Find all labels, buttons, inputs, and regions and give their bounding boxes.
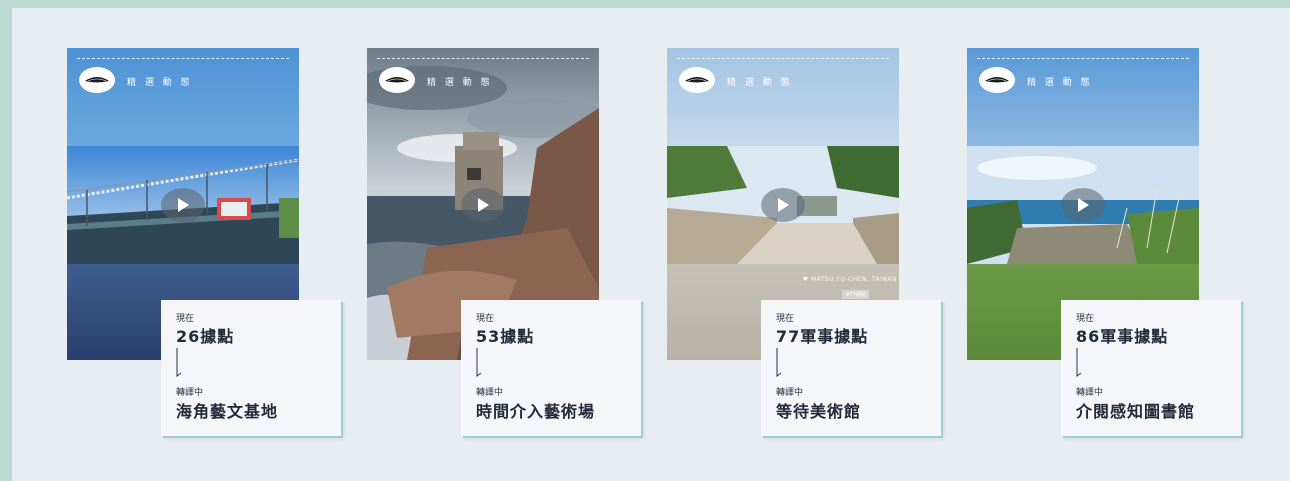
stingray-logo-icon (679, 67, 715, 93)
brand-label: 精 選 動 態 (127, 78, 193, 88)
stingray-logo-icon (379, 67, 415, 93)
converting-label: 轉譯中 (476, 388, 504, 398)
down-arrow-icon (176, 348, 182, 377)
play-icon[interactable] (761, 188, 805, 222)
converting-site-name: 時間介入藝術場 (476, 402, 596, 421)
story-dash-line (677, 58, 889, 59)
play-icon[interactable] (461, 188, 505, 222)
current-site-name: 53據點 (476, 327, 535, 346)
current-site-name: 26據點 (176, 327, 235, 346)
info-card-1: 現在 26據點 轉譯中 海角藝文基地 (161, 300, 341, 436)
location-caption: ♥ MATSU,FU-CHEN, TAINAN (802, 276, 897, 283)
down-arrow-icon (776, 348, 782, 377)
converting-label: 轉譯中 (776, 388, 804, 398)
converting-site-name: 等待美術館 (776, 402, 862, 421)
info-card-2: 現在 53據點 轉譯中 時間介入藝術場 (461, 300, 641, 436)
play-icon[interactable] (1061, 188, 1105, 222)
down-arrow-icon (1076, 348, 1082, 377)
current-site-name: 77軍事據點 (776, 327, 869, 346)
current-site-name: 86軍事據點 (1076, 327, 1169, 346)
brand-label: 精 選 動 態 (1027, 78, 1093, 88)
info-card-4: 現在 86軍事據點 轉譯中 介閱感知圖書館 (1061, 300, 1241, 436)
story-dash-line (377, 58, 589, 59)
story-dash-line (977, 58, 1189, 59)
stingray-logo-icon (79, 67, 115, 93)
play-icon[interactable] (161, 188, 205, 222)
converting-label: 轉譯中 (1076, 388, 1104, 398)
converting-site-name: 介閱感知圖書館 (1076, 402, 1196, 421)
brand-label: 精 選 動 態 (427, 78, 493, 88)
info-card-3: 現在 77軍事據點 轉譯中 等待美術館 (761, 300, 941, 436)
stingray-logo-icon (979, 67, 1015, 93)
location-tag: #77據點 (842, 290, 869, 299)
brand-label: 精 選 動 態 (727, 78, 793, 88)
converting-label: 轉譯中 (176, 388, 204, 398)
converting-site-name: 海角藝文基地 (176, 402, 279, 421)
down-arrow-icon (476, 348, 482, 377)
stage: 精 選 動 態 現在 26據點 轉譯中 海角藝文基地 精 選 動 態 現在 53… (12, 8, 1290, 481)
story-dash-line (77, 58, 289, 59)
